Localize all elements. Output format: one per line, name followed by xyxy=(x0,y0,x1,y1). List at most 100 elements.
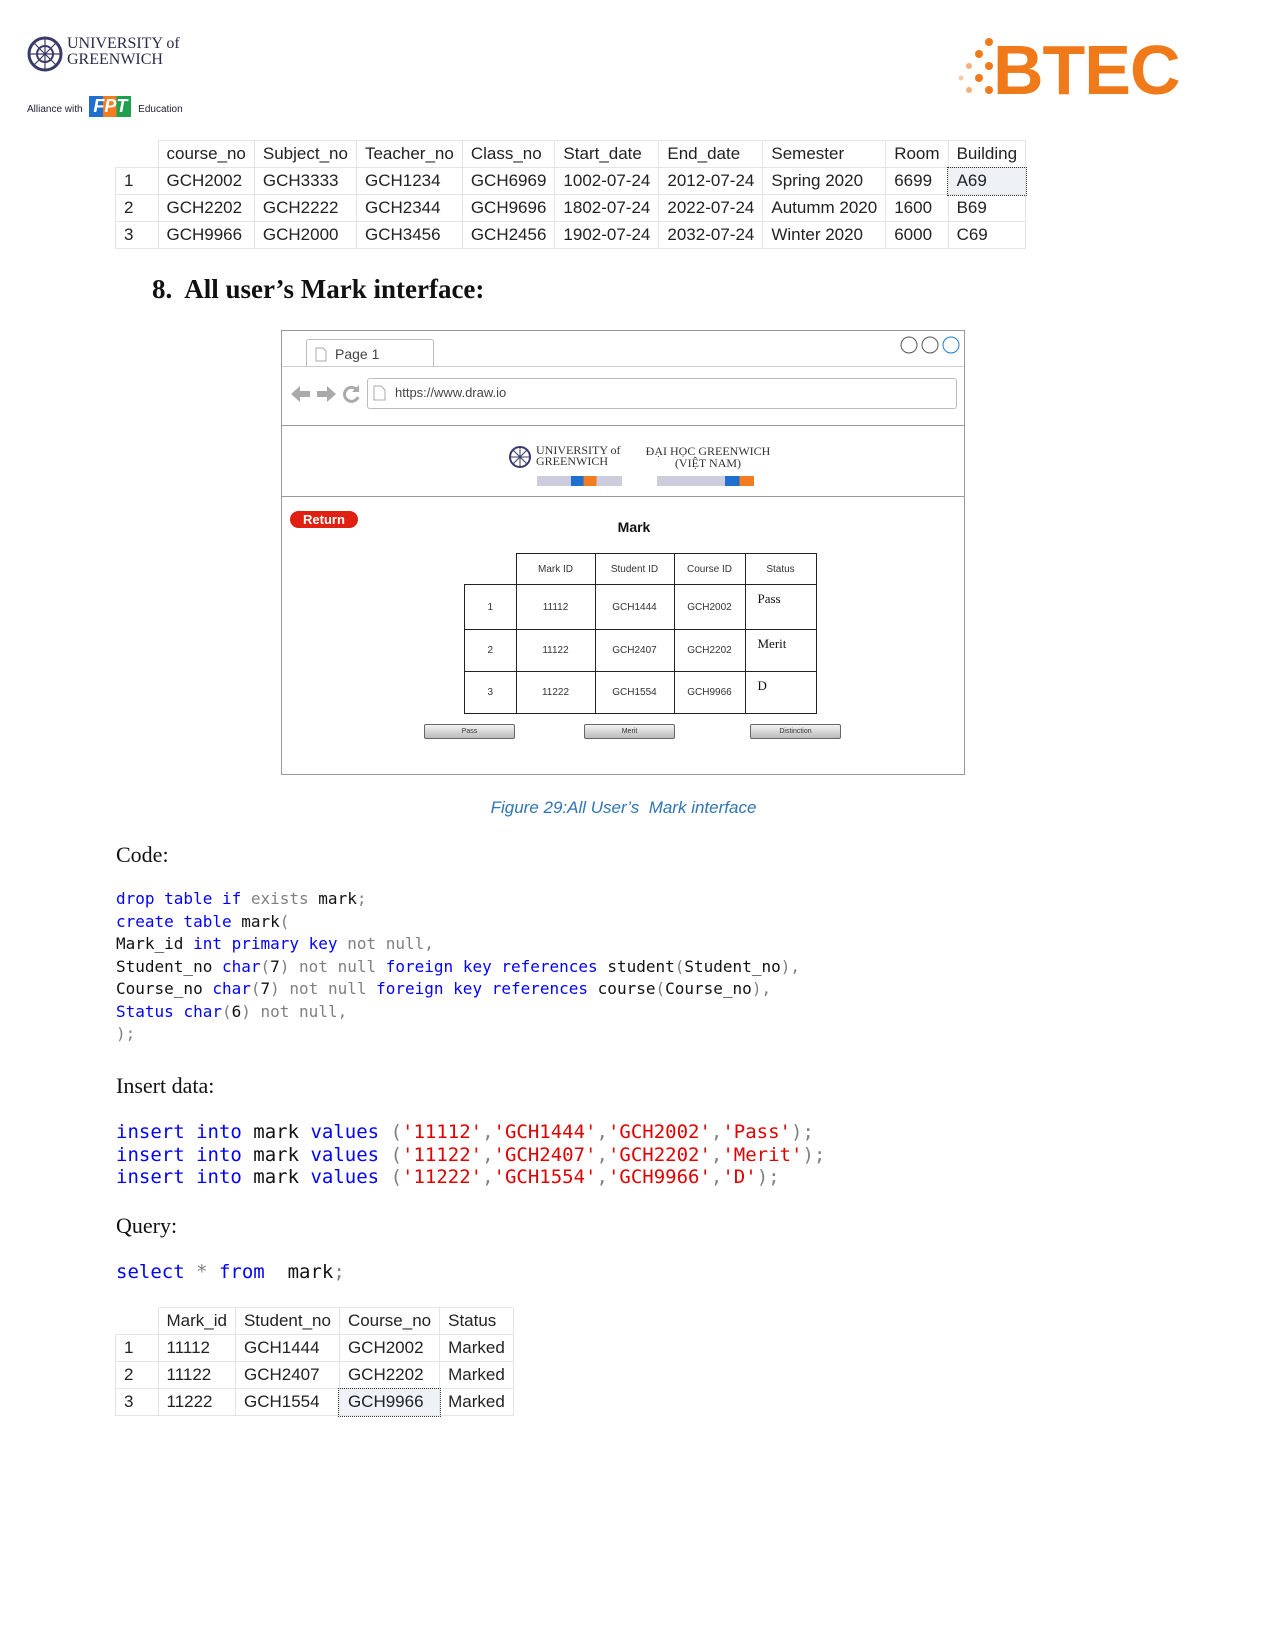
back-arrow-icon[interactable] xyxy=(290,384,312,404)
table-cell: 2032-07-24 xyxy=(658,221,764,249)
code-token: drop table if xyxy=(116,889,251,908)
code-token: 7 xyxy=(260,979,271,998)
table-cell: 2022-07-24 xyxy=(658,194,764,222)
table-cell: 11112 xyxy=(515,584,596,630)
column-header: Room xyxy=(885,140,949,168)
table-cell: Marked xyxy=(439,1361,514,1389)
code-token: mark xyxy=(287,1261,334,1283)
row-number: 3 xyxy=(115,221,159,249)
btec-dots-icon xyxy=(958,38,993,94)
table-cell: GCH2002 xyxy=(673,584,746,630)
table-cell: Spring 2020 xyxy=(762,167,887,195)
table-cell: GCH3333 xyxy=(253,167,357,195)
distinction-button[interactable]: Distinction xyxy=(750,724,841,739)
table-row: 2 11122 GCH2407 GCH2202 Marked xyxy=(115,1361,514,1389)
code-token: 'GCH9966' xyxy=(607,1166,711,1188)
row-number: 1 xyxy=(115,167,159,195)
code-token: ); xyxy=(756,1166,780,1188)
code-token: create table xyxy=(116,911,242,931)
table-cell: C69 xyxy=(947,221,1027,249)
btec-logo-text: BTEC xyxy=(993,31,1181,109)
table-row: 1 11112 GCH1444 GCH2002 Pass xyxy=(464,584,817,630)
table-cell: Marked xyxy=(439,1388,514,1416)
table-cell: Merit xyxy=(744,629,817,672)
code-token: not null, xyxy=(347,934,434,953)
browser-tab[interactable]: Page 1 xyxy=(306,339,434,367)
table-cell: GCH1444 xyxy=(234,1334,340,1362)
table-cell: 1600 xyxy=(885,194,949,222)
code-token: exists xyxy=(250,889,319,908)
mark-table: Mark ID Student ID Course ID Status 1 11112 GC… xyxy=(464,553,817,714)
university-logo: UNIVERSITY of GREENWICH Alliance with FP… xyxy=(27,36,183,117)
code-token: mark xyxy=(253,1121,311,1143)
table-cell: Autumm 2020 xyxy=(762,194,887,222)
table-cell: 1902-07-24 xyxy=(554,221,660,249)
code-token: 'GCH1554' xyxy=(493,1166,597,1188)
table-row: 2 11122 GCH2407 GCH2202 Merit xyxy=(464,629,817,672)
code-token: ( xyxy=(279,911,290,931)
mockup-university-logo: UNIVERSITY of GREENWICH xyxy=(536,443,621,468)
code-token: Student_no xyxy=(684,956,781,976)
code-token: ; xyxy=(356,889,367,908)
refresh-icon[interactable] xyxy=(341,384,361,404)
table-cell: GCH2222 xyxy=(253,194,357,222)
column-header: Teacher_no xyxy=(355,140,463,168)
table-cell: 1802-07-24 xyxy=(554,194,660,222)
column-header: End_date xyxy=(658,140,764,168)
code-token: values xyxy=(310,1121,391,1143)
table-cell: GCH9696 xyxy=(461,194,556,222)
code-token: course xyxy=(597,979,656,998)
row-number: 2 xyxy=(115,1361,159,1389)
table-cell: GCH2407 xyxy=(594,629,675,672)
column-header: Subject_no xyxy=(253,140,357,168)
code-line: drop table if exists mark; xyxy=(116,889,800,912)
column-header: Mark_id xyxy=(157,1307,236,1335)
code-token: values xyxy=(310,1143,391,1166)
code-token: ( xyxy=(655,979,666,998)
pass-button[interactable]: Pass xyxy=(424,724,515,739)
row-number: 2 xyxy=(115,194,159,222)
table-cell: 11222 xyxy=(515,671,596,714)
return-button[interactable]: Return xyxy=(290,511,358,528)
code-token: '11122' xyxy=(402,1143,483,1166)
code-token: ( xyxy=(674,956,685,976)
header-row: Mark_id Student_no Course_no Status xyxy=(115,1307,514,1335)
university-crest-icon xyxy=(509,446,531,468)
column-header xyxy=(115,140,158,168)
table-row: 3 GCH9966 GCH2000 GCH3456 GCH2456 1902-07-24 2… xyxy=(115,221,1027,249)
code-token: from xyxy=(218,1261,288,1283)
code-token: values xyxy=(310,1166,391,1188)
table-cell: GCH1554 xyxy=(594,671,675,714)
table-row: 2 GCH2202 GCH2222 GCH2344 GCH9696 1802-07-24 2… xyxy=(115,194,1027,222)
table-cell: GCH1234 xyxy=(355,167,463,195)
table-cell: Marked xyxy=(439,1334,514,1362)
column-header: Course ID xyxy=(673,553,746,585)
code-token: ; xyxy=(333,1261,345,1283)
forward-arrow-icon[interactable] xyxy=(315,384,337,404)
row-number: 1 xyxy=(464,584,517,630)
code-token: Student_no xyxy=(116,956,222,976)
code-label: Code: xyxy=(116,842,169,867)
url-bar[interactable]: https://www.draw.io xyxy=(367,378,957,409)
code-token: ( xyxy=(260,956,271,976)
course-table: course_no Subject_no Teacher_no Class_no Sta… xyxy=(115,140,1027,249)
row-number: 3 xyxy=(115,1388,159,1416)
alliance-text: Alliance with xyxy=(27,104,83,115)
code-token: , xyxy=(596,1121,608,1143)
table-row: 1 GCH2002 GCH3333 GCH1234 GCH6969 1002-07-24 2… xyxy=(115,166,1027,196)
code-token: foreign key references xyxy=(385,956,608,976)
table-cell: GCH2202 xyxy=(338,1361,441,1389)
code-token: 'GCH2202' xyxy=(607,1143,711,1166)
education-text: Education xyxy=(138,104,183,115)
code-token: ( xyxy=(390,1143,403,1166)
column-header: course_no xyxy=(157,140,255,168)
row-number: 3 xyxy=(464,671,517,714)
window-controls[interactable] xyxy=(898,336,964,356)
url-text: https://www.draw.io xyxy=(395,385,507,400)
merit-button[interactable]: Merit xyxy=(584,724,675,739)
column-header: Course_no xyxy=(338,1307,441,1335)
header-row: course_no Subject_no Teacher_no Class_no Sta… xyxy=(115,140,1027,168)
mockup-title: Mark xyxy=(617,519,651,535)
column-header: Mark ID xyxy=(515,553,596,585)
mockup-vietnam-logo: ĐẠI HỌC GREENWICH (VIỆT NAM) xyxy=(645,444,771,470)
